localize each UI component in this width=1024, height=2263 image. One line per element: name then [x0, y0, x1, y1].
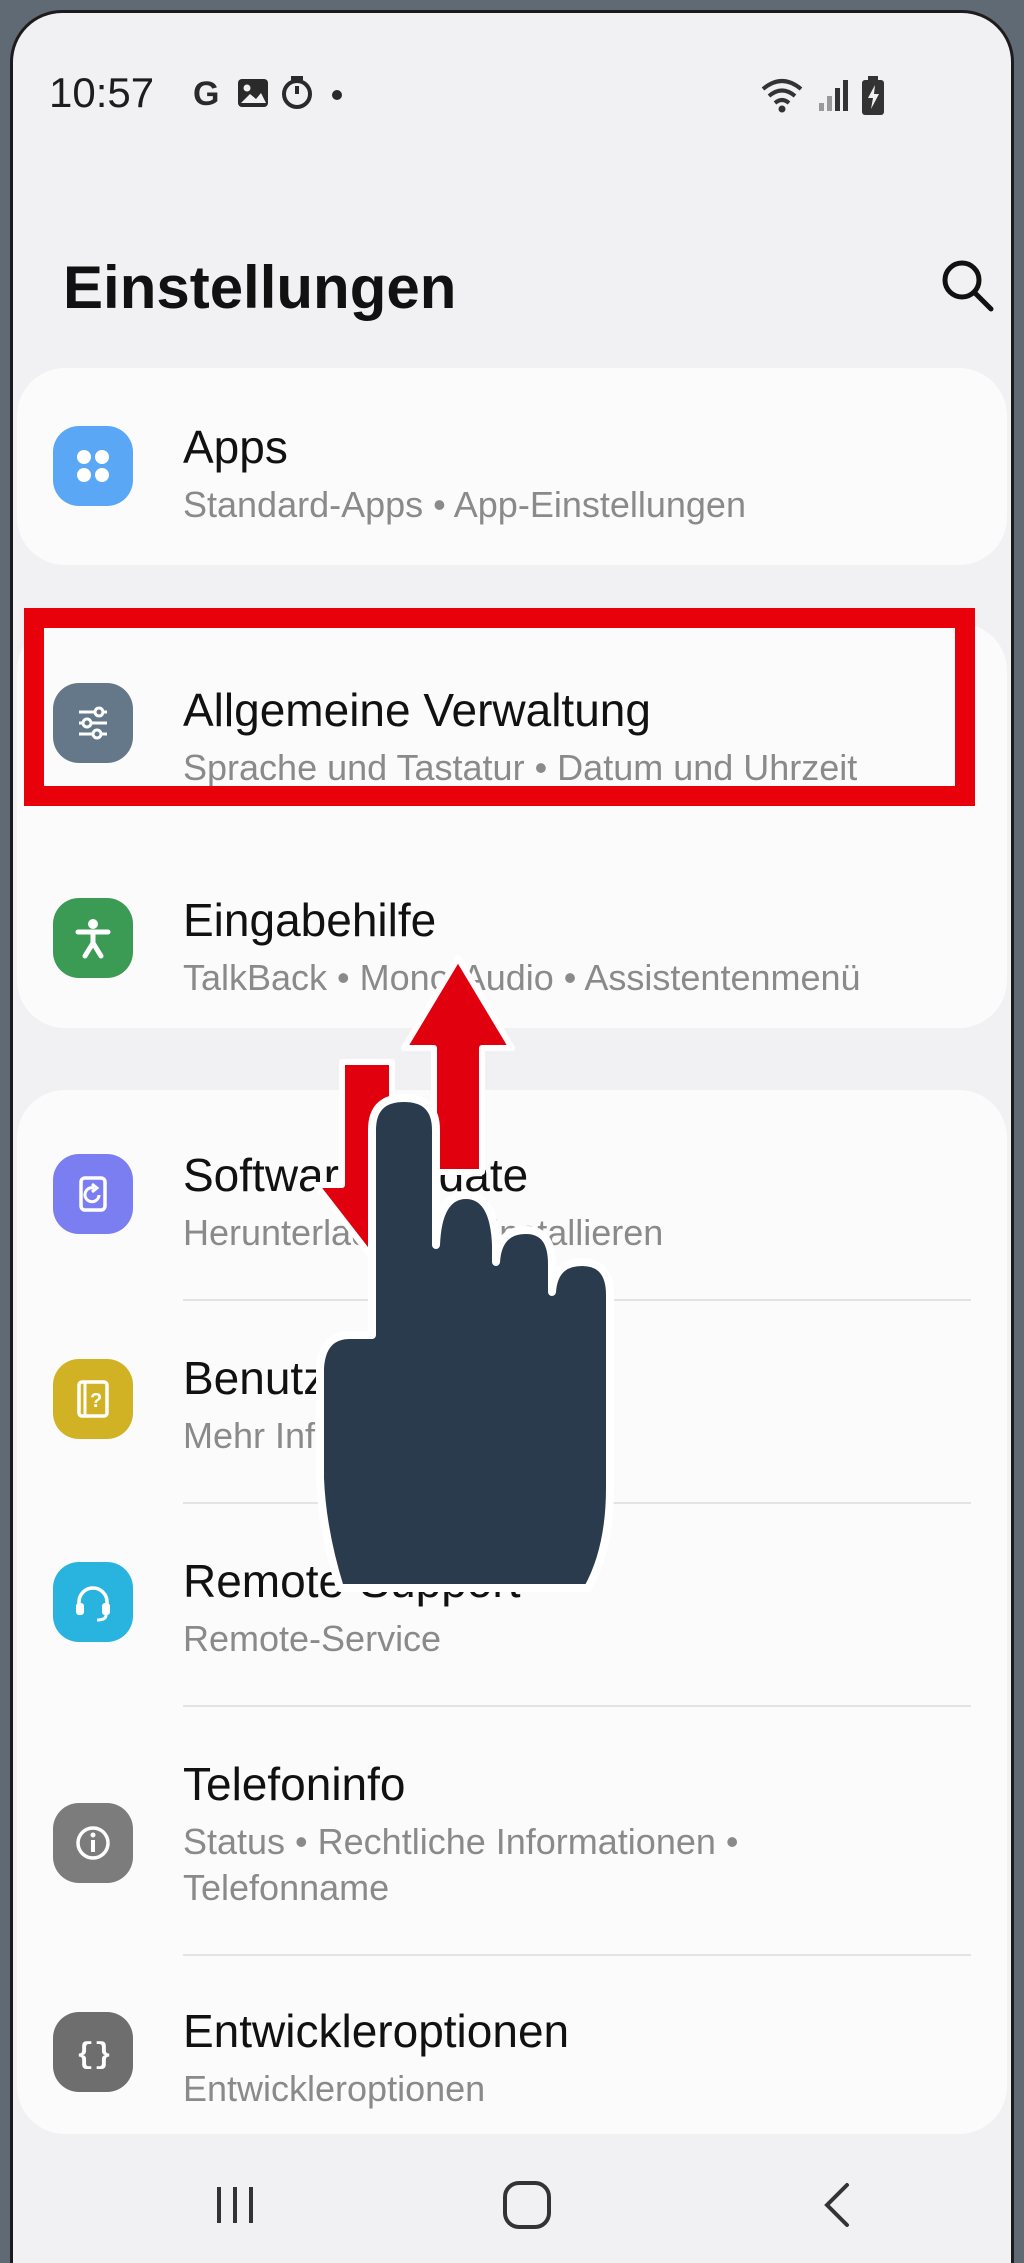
swipe-up-down-hand-icon	[313, 955, 614, 1592]
